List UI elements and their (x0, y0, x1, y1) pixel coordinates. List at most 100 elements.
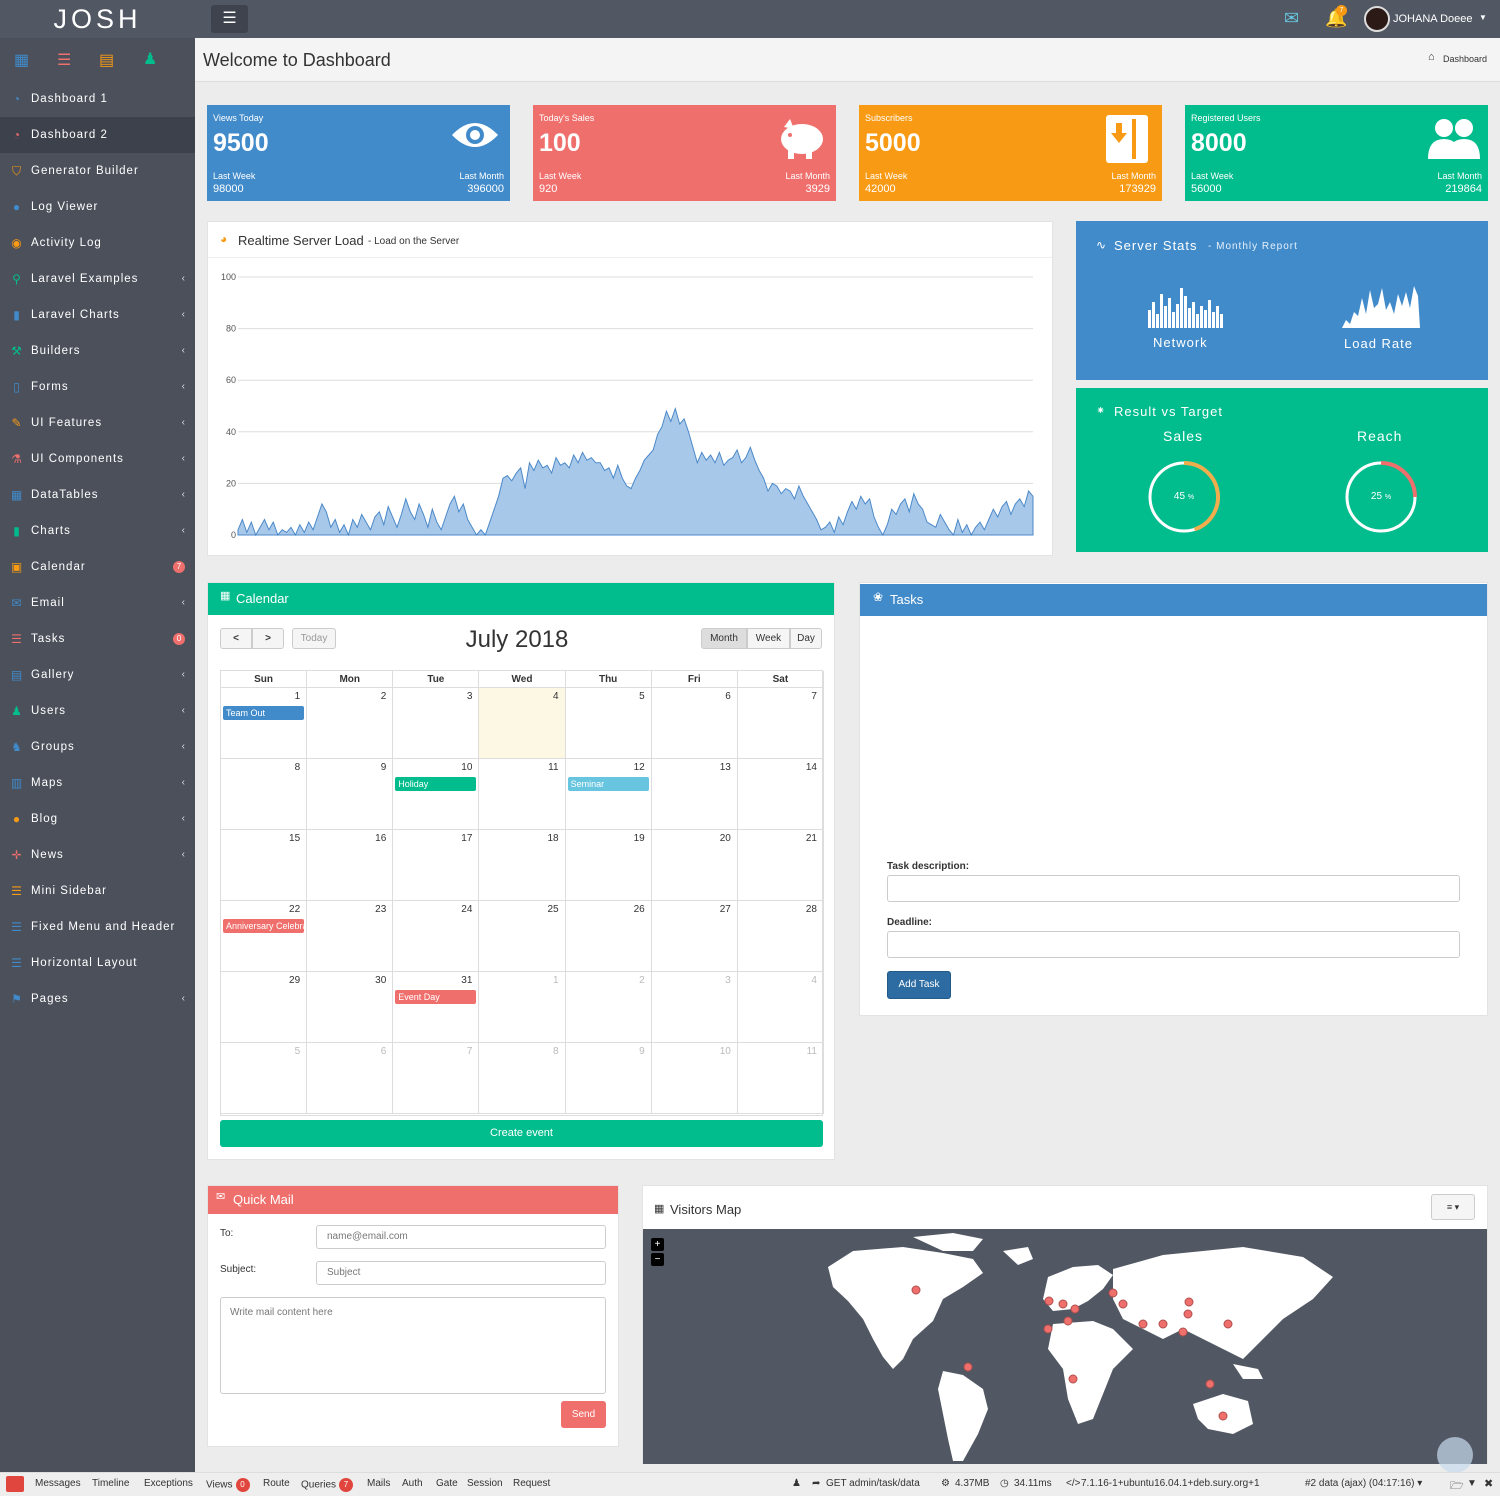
calendar-day-cell[interactable]: 9 (565, 1043, 652, 1114)
calendar-day-cell[interactable]: 11 (737, 1043, 824, 1114)
calendar-event[interactable]: Holiday (395, 777, 477, 791)
calendar-day-cell[interactable]: 25 (479, 901, 566, 972)
visitor-marker[interactable] (1070, 1304, 1080, 1314)
calendar-day-cell[interactable]: 1 Team Out (221, 688, 308, 759)
calendar-day-cell[interactable]: 27 (651, 901, 738, 972)
table-icon[interactable]: ▦ (14, 50, 29, 70)
visitor-marker[interactable] (1058, 1299, 1068, 1309)
sidebar-item-ui-components[interactable]: ⚗ UI Components ‹ (0, 441, 195, 477)
visitor-marker[interactable] (1218, 1411, 1228, 1421)
calendar-day-cell[interactable]: 8 (479, 1043, 566, 1114)
visitor-marker[interactable] (1068, 1374, 1078, 1384)
visitor-marker[interactable] (1043, 1324, 1053, 1334)
calendar-day-cell[interactable]: 10 (651, 1043, 738, 1114)
calendar-day-cell[interactable]: 28 (737, 901, 824, 972)
calendar-event[interactable]: Team Out (223, 706, 305, 720)
calendar-day-cell[interactable]: 6 (307, 1043, 394, 1114)
calendar-day-cell[interactable]: 2 (565, 972, 652, 1043)
calendar-day-cell[interactable]: 5 (565, 688, 652, 759)
sidebar-item-blog[interactable]: ● Blog ‹ (0, 801, 195, 837)
calendar-event[interactable]: Event Day (395, 990, 477, 1004)
today-button[interactable]: Today (292, 628, 336, 649)
map-zoom-in-button[interactable]: + (651, 1238, 664, 1251)
sidebar-item-pages[interactable]: ⚑ Pages ‹ (0, 981, 195, 1017)
calendar-day-cell[interactable]: 20 (651, 830, 738, 901)
debug-time[interactable]: 34.11ms (1014, 1478, 1052, 1489)
calendar-day-cell[interactable]: 30 (307, 972, 394, 1043)
calendar-day-cell[interactable]: 26 (565, 901, 652, 972)
visitor-marker[interactable] (1063, 1316, 1073, 1326)
calendar-day-cell[interactable]: 8 (221, 759, 308, 830)
sidebar-item-calendar[interactable]: ▣ Calendar 7 (0, 549, 195, 585)
sidebar-item-charts[interactable]: ▮ Charts ‹ (0, 513, 195, 549)
calendar-day-cell[interactable]: 29 (221, 972, 308, 1043)
calendar-day-cell[interactable]: 21 (737, 830, 824, 901)
user-name[interactable]: JOHANA Doeee (1393, 13, 1472, 25)
view-day-button[interactable]: Day (790, 628, 822, 649)
visitor-marker[interactable] (1183, 1309, 1193, 1319)
visitor-marker[interactable] (963, 1362, 973, 1372)
task-description-input[interactable] (887, 875, 1460, 902)
send-button[interactable]: Send (561, 1401, 606, 1428)
calendar-day-cell[interactable]: 3 (651, 972, 738, 1043)
sidebar-item-activity-log[interactable]: ◉ Activity Log (0, 225, 195, 261)
calendar-day-cell[interactable]: 11 (479, 759, 566, 830)
to-input[interactable]: name@email.com (316, 1225, 606, 1249)
debug-request-select[interactable]: #2 data (ajax) (04:17:16) ▾ (1305, 1478, 1422, 1489)
mail-body-textarea[interactable]: Write mail content here (220, 1297, 606, 1394)
calendar-day-cell[interactable]: 13 (651, 759, 738, 830)
user-icon[interactable]: ♟ (143, 49, 157, 69)
minimize-icon[interactable]: ▼ (1467, 1478, 1477, 1489)
sidebar-item-dashboard-2[interactable]: ◔ Dashboard 2 (0, 117, 195, 153)
sidebar-item-news[interactable]: ✛ News ‹ (0, 837, 195, 873)
visitor-marker[interactable] (1044, 1296, 1054, 1306)
debug-tab-route[interactable]: Route (263, 1478, 290, 1489)
visitor-marker[interactable] (1184, 1297, 1194, 1307)
sidebar-item-groups[interactable]: ♞ Groups ‹ (0, 729, 195, 765)
debugbar-logo-icon[interactable] (6, 1476, 24, 1492)
calendar-day-cell[interactable]: 10 Holiday (393, 759, 480, 830)
sidebar-item-users[interactable]: ♟ Users ‹ (0, 693, 195, 729)
debug-tab-session[interactable]: Session (467, 1478, 503, 1489)
calendar-day-cell[interactable]: 15 (221, 830, 308, 901)
debug-tab-mails[interactable]: Mails (367, 1478, 390, 1489)
visitor-marker[interactable] (1158, 1319, 1168, 1329)
visitor-marker[interactable] (1118, 1299, 1128, 1309)
sidebar-item-datatables[interactable]: ▦ DataTables ‹ (0, 477, 195, 513)
caret-down-icon[interactable]: ▼ (1479, 13, 1487, 22)
avatar[interactable] (1364, 6, 1390, 32)
sidebar-item-maps[interactable]: ▥ Maps ‹ (0, 765, 195, 801)
folder-open-icon[interactable]: 🗁 (1450, 1477, 1464, 1496)
calendar-day-cell[interactable]: 6 (651, 688, 738, 759)
calendar-event[interactable]: Anniversary Celebration (223, 919, 305, 933)
sidebar-item-log-viewer[interactable]: ● Log Viewer (0, 189, 195, 225)
debug-tab-auth[interactable]: Auth (402, 1478, 423, 1489)
back-to-top-button[interactable] (1437, 1437, 1473, 1473)
calendar-day-cell[interactable]: 31 Event Day (393, 972, 480, 1043)
deadline-input[interactable] (887, 931, 1460, 958)
view-week-button[interactable]: Week (747, 628, 790, 649)
calendar-day-cell[interactable]: 7 (393, 1043, 480, 1114)
calendar-day-cell[interactable]: 18 (479, 830, 566, 901)
visitor-marker[interactable] (1178, 1327, 1188, 1337)
add-task-button[interactable]: Add Task (887, 971, 951, 999)
calendar-day-cell[interactable]: 22 Anniversary Celebration (221, 901, 308, 972)
menu-toggle-button[interactable]: ☰ (211, 5, 248, 33)
sidebar-item-laravel-charts[interactable]: ▮ Laravel Charts ‹ (0, 297, 195, 333)
map-settings-button[interactable]: ≡ ▾ (1431, 1194, 1475, 1220)
close-icon[interactable]: ✖ (1484, 1477, 1493, 1490)
calendar-day-cell[interactable]: 1 (479, 972, 566, 1043)
map-zoom-out-button[interactable]: − (651, 1253, 664, 1266)
visitor-marker[interactable] (1205, 1379, 1215, 1389)
calendar-day-cell[interactable]: 9 (307, 759, 394, 830)
sidebar-item-gallery[interactable]: ▤ Gallery ‹ (0, 657, 195, 693)
visitor-marker[interactable] (911, 1285, 921, 1295)
sidebar-item-fixed-menu-and-header[interactable]: ☰ Fixed Menu and Header (0, 909, 195, 945)
image-icon[interactable]: ▤ (99, 50, 114, 70)
sidebar-item-ui-features[interactable]: ✎ UI Features ‹ (0, 405, 195, 441)
list-icon[interactable]: ☰ (57, 50, 71, 70)
calendar-day-cell[interactable]: 24 (393, 901, 480, 972)
sidebar-item-dashboard-1[interactable]: ◔ Dashboard 1 (0, 81, 195, 117)
sidebar-item-laravel-examples[interactable]: ⚲ Laravel Examples ‹ (0, 261, 195, 297)
sidebar-item-generator-builder[interactable]: ⛉ Generator Builder (0, 153, 195, 189)
